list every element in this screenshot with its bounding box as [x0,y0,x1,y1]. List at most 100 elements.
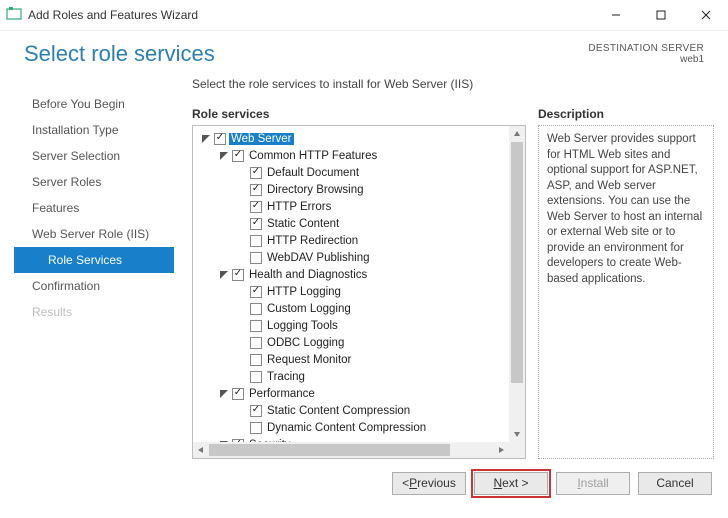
tree-node[interactable]: Health and Diagnostics [201,266,507,283]
role-services-tree[interactable]: Web Server Common HTTP Features Default Do… [192,125,526,459]
tree-node[interactable]: Default Document [201,164,507,181]
expand-spacer [237,202,247,212]
wizard-footer: < Previous Next > Install Cancel [0,459,728,507]
scroll-down-icon[interactable] [509,426,525,442]
tree-node[interactable]: HTTP Redirection [201,232,507,249]
tree-checkbox[interactable] [250,235,262,247]
tree-checkbox[interactable] [232,150,244,162]
tree-label[interactable]: HTTP Logging [265,286,343,298]
tree-checkbox[interactable] [250,320,262,332]
expand-spacer [237,321,247,331]
tree-scrollbar-vertical[interactable] [509,126,525,442]
collapse-icon[interactable] [219,151,229,161]
tree-node[interactable]: Static Content [201,215,507,232]
tree-checkbox[interactable] [250,218,262,230]
tree-node[interactable]: Tracing [201,368,507,385]
tree-label[interactable]: Common HTTP Features [247,150,379,162]
tree-label[interactable]: Custom Logging [265,303,353,315]
wizard-step[interactable]: Before You Begin [14,91,174,117]
description-header: Description [538,107,714,121]
tree-checkbox[interactable] [214,133,226,145]
tree-node[interactable]: Performance [201,385,507,402]
tree-label[interactable]: ODBC Logging [265,337,346,349]
expand-spacer [237,287,247,297]
tree-label[interactable]: Tracing [265,371,307,383]
wizard-step[interactable]: Server Roles [14,169,174,195]
collapse-icon[interactable] [219,389,229,399]
tree-node[interactable]: Web Server [201,130,507,147]
scroll-thumb-vertical[interactable] [511,142,523,383]
previous-button[interactable]: < Previous [392,472,466,495]
tree-node[interactable]: Custom Logging [201,300,507,317]
tree-checkbox[interactable] [250,252,262,264]
tree-node[interactable]: Static Content Compression [201,402,507,419]
wizard-step[interactable]: Confirmation [14,273,174,299]
wizard-step[interactable]: Server Selection [14,143,174,169]
tree-label[interactable]: HTTP Redirection [265,235,360,247]
cancel-button[interactable]: Cancel [638,472,712,495]
tree-checkbox[interactable] [250,422,262,434]
instruction-text: Select the role services to install for … [192,77,714,91]
tree-checkbox[interactable] [250,405,262,417]
tree-checkbox[interactable] [232,388,244,400]
scroll-up-icon[interactable] [509,126,525,142]
tree-node[interactable]: Dynamic Content Compression [201,419,507,436]
expand-spacer [237,219,247,229]
next-button[interactable]: Next > [474,472,548,495]
tree-checkbox[interactable] [250,371,262,383]
tree-checkbox[interactable] [250,286,262,298]
expand-spacer [237,304,247,314]
tree-checkbox[interactable] [250,201,262,213]
scroll-right-icon[interactable] [493,442,509,458]
tree-checkbox[interactable] [250,167,262,179]
tree-label[interactable]: Web Server [229,133,294,145]
wizard-step[interactable]: Web Server Role (IIS) [14,221,174,247]
destination-label: DESTINATION SERVER [588,43,704,54]
expand-spacer [237,423,247,433]
collapse-icon[interactable] [219,270,229,280]
scroll-thumb-horizontal[interactable] [209,444,450,456]
maximize-button[interactable] [638,0,683,30]
tree-label[interactable]: WebDAV Publishing [265,252,372,264]
tree-label[interactable]: Performance [247,388,317,400]
page-header: Select role services DESTINATION SERVER … [0,31,728,75]
tree-label[interactable]: Request Monitor [265,354,353,366]
tree-node[interactable]: WebDAV Publishing [201,249,507,266]
minimize-button[interactable] [593,0,638,30]
tree-checkbox[interactable] [250,303,262,315]
tree-checkbox[interactable] [250,354,262,366]
tree-checkbox[interactable] [232,269,244,281]
tree-node[interactable]: Common HTTP Features [201,147,507,164]
tree-label[interactable]: Health and Diagnostics [247,269,369,281]
tree-node[interactable]: Logging Tools [201,317,507,334]
close-button[interactable] [683,0,728,30]
expand-spacer [237,236,247,246]
expand-spacer [237,372,247,382]
wizard-step[interactable]: Installation Type [14,117,174,143]
wizard-step[interactable]: Features [14,195,174,221]
wizard-step[interactable]: Role Services [14,247,174,273]
tree-label[interactable]: HTTP Errors [265,201,333,213]
tree-checkbox[interactable] [250,337,262,349]
tree-node[interactable]: Directory Browsing [201,181,507,198]
tree-node[interactable]: Request Monitor [201,351,507,368]
tree-label[interactable]: Static Content Compression [265,405,412,417]
tree-scrollbar-horizontal[interactable] [193,442,509,458]
expand-spacer [237,338,247,348]
collapse-icon[interactable] [201,134,211,144]
tree-label[interactable]: Logging Tools [265,320,340,332]
destination-value: web1 [588,54,704,65]
tree-label[interactable]: Dynamic Content Compression [265,422,428,434]
tree-node[interactable]: HTTP Errors [201,198,507,215]
tree-label[interactable]: Default Document [265,167,361,179]
expand-spacer [237,355,247,365]
tree-label[interactable]: Directory Browsing [265,184,366,196]
expand-spacer [237,185,247,195]
tree-checkbox[interactable] [250,184,262,196]
tree-node[interactable]: HTTP Logging [201,283,507,300]
titlebar: Add Roles and Features Wizard [0,0,728,31]
expand-spacer [237,168,247,178]
tree-node[interactable]: ODBC Logging [201,334,507,351]
tree-label[interactable]: Static Content [265,218,341,230]
scroll-left-icon[interactable] [193,442,209,458]
